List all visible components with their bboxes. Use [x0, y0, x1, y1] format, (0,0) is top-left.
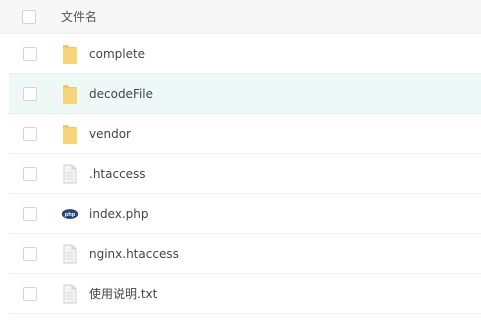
folder-icon	[61, 123, 79, 145]
file-name[interactable]: decodeFile	[89, 87, 153, 101]
row-checkbox[interactable]	[23, 206, 37, 221]
php-badge-text: php	[65, 212, 76, 218]
row-checkbox[interactable]	[23, 46, 37, 61]
php-icon: php	[61, 203, 79, 225]
row-checkbox[interactable]	[23, 86, 37, 101]
file-row[interactable]: .htaccess	[9, 154, 481, 194]
file-name[interactable]: nginx.htaccess	[89, 247, 179, 261]
row-checkbox[interactable]	[23, 246, 37, 261]
file-row[interactable]: vendor	[9, 114, 481, 154]
row-checkbox[interactable]	[23, 166, 37, 181]
document-icon	[61, 243, 79, 265]
row-checkbox[interactable]	[23, 126, 37, 141]
file-row[interactable]: complete	[9, 34, 481, 74]
file-name[interactable]: vendor	[89, 127, 131, 141]
file-name[interactable]: .htaccess	[89, 167, 146, 181]
document-icon	[61, 283, 79, 305]
row-checkbox[interactable]	[23, 286, 37, 301]
file-row[interactable]: decodeFile	[9, 74, 481, 114]
folder-icon	[61, 43, 79, 65]
file-list: 文件名 complete decodeFile vendor .htaccess…	[0, 0, 481, 314]
file-row[interactable]: nginx.htaccess	[9, 234, 481, 274]
select-all-checkbox[interactable]	[22, 9, 36, 24]
file-row[interactable]: php index.php	[9, 194, 481, 234]
file-name[interactable]: 使用说明.txt	[89, 285, 157, 302]
file-name[interactable]: index.php	[89, 207, 148, 221]
filename-column-header[interactable]: 文件名	[61, 8, 97, 25]
file-list-header: 文件名	[0, 0, 481, 34]
folder-icon	[61, 83, 79, 105]
file-name[interactable]: complete	[89, 47, 145, 61]
document-icon	[61, 163, 79, 185]
file-row[interactable]: 使用说明.txt	[9, 274, 481, 314]
